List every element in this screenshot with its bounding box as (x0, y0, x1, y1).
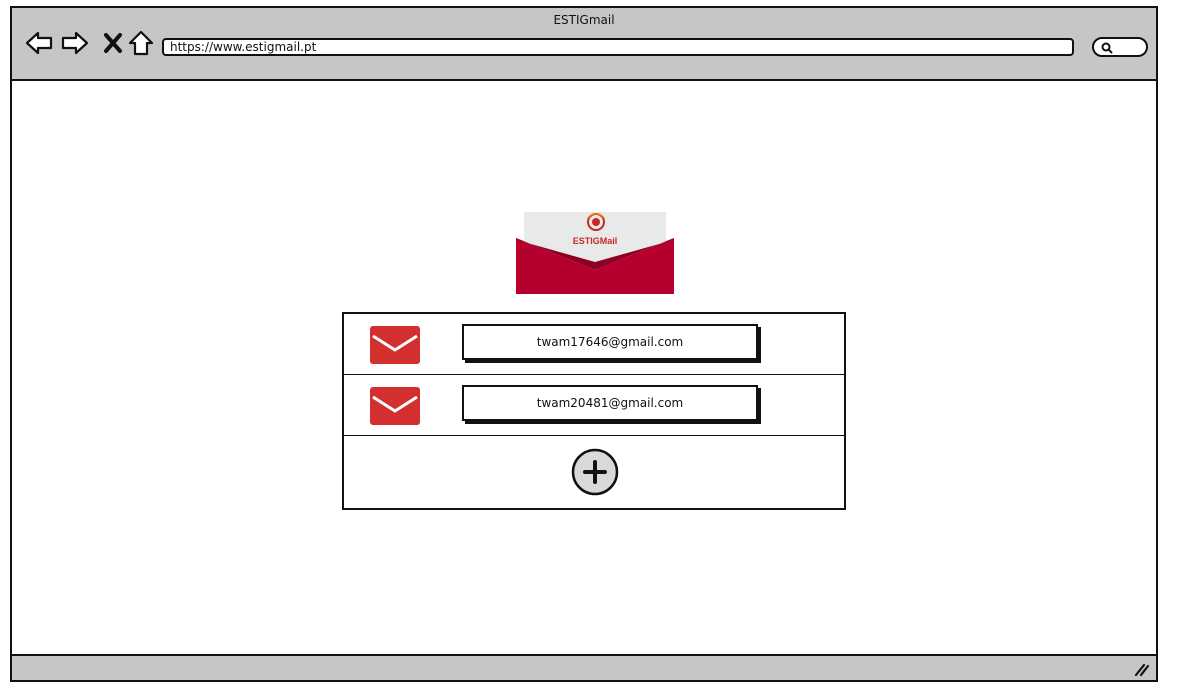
arrow-left-icon[interactable] (24, 28, 54, 58)
address-url: https://www.estigmail.pt (170, 40, 317, 54)
close-icon[interactable] (98, 28, 128, 58)
mail-icon (370, 326, 420, 364)
address-bar[interactable]: https://www.estigmail.pt (162, 38, 1074, 56)
home-icon[interactable] (126, 28, 156, 58)
arrow-right-icon[interactable] (60, 28, 90, 58)
accounts-panel: twam17646@gmail.com twam20481@gmail.com (342, 312, 846, 510)
browser-titlebar: ESTIGmail https://www.estigmail.pt (12, 8, 1156, 81)
account-row[interactable]: twam20481@gmail.com (344, 375, 844, 436)
logo-text: ESTIGMail (573, 236, 618, 246)
search-icon (1101, 42, 1113, 54)
add-account-button[interactable] (571, 448, 619, 496)
account-email[interactable]: twam20481@gmail.com (462, 385, 758, 421)
mail-icon (370, 387, 420, 425)
estigmail-logo: ESTIGMail (516, 212, 674, 294)
window-title: ESTIGmail (553, 13, 615, 27)
account-row[interactable]: twam17646@gmail.com (344, 314, 844, 375)
account-email[interactable]: twam17646@gmail.com (462, 324, 758, 360)
browser-statusbar (12, 654, 1156, 680)
resize-handle-icon[interactable] (1132, 659, 1150, 677)
search-button[interactable] (1092, 37, 1148, 57)
browser-window: ESTIGmail https://www.estigmail.pt ESTIG… (10, 6, 1158, 682)
